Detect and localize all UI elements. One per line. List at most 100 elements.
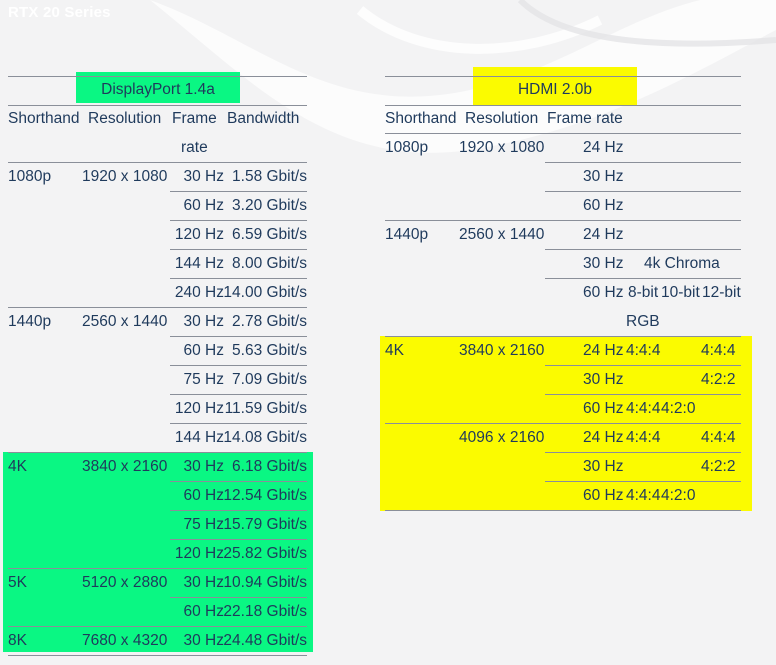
- table-rule: [545, 278, 741, 279]
- hdmi-chroma-header: 4k Chroma: [644, 255, 720, 272]
- dp-cell-frame-rate: 30 Hz: [183, 574, 225, 591]
- hdmi-chroma-10bit: 10-bit: [661, 284, 700, 301]
- hdmi-cell-frame-rate: 30 Hz: [583, 255, 624, 272]
- table-rule: [385, 105, 741, 106]
- table-rule: [545, 249, 741, 250]
- table-rule: [545, 191, 741, 192]
- table-rule: [545, 162, 741, 163]
- dp-cell-shorthand: 1440p: [8, 313, 52, 330]
- table-rule: [170, 394, 307, 395]
- dp-cell-shorthand: 4K: [8, 458, 27, 475]
- table-rule: [8, 568, 307, 569]
- hdmi-cell-resolution: 2560 x 1440: [459, 226, 545, 243]
- dp-cell-bandwidth: 22.18 Gbit/s: [223, 603, 307, 620]
- dp-cell-bandwidth: 6.59 Gbit/s: [232, 226, 307, 243]
- hdmi-chroma-8bit: 8-bit: [628, 284, 659, 301]
- hdmi-cell-shorthand: 1440p: [385, 226, 429, 243]
- dp-header-shorthand: Shorthand: [8, 110, 80, 127]
- hdmi-cell-frame-rate: 60 Hz: [583, 487, 624, 504]
- dp-header-frame-rate-2: rate: [181, 139, 208, 156]
- table-rule: [8, 76, 307, 77]
- table-rule: [170, 278, 307, 279]
- hdmi-cell-frame-rate: 60 Hz: [583, 400, 624, 417]
- dp-cell-resolution: 3840 x 2160: [82, 458, 168, 475]
- dp-cell-frame-rate: 30 Hz: [183, 632, 225, 649]
- table-rule: [170, 249, 307, 250]
- dp-cell-bandwidth: 5.63 Gbit/s: [232, 342, 307, 359]
- dp-header-resolution: Resolution: [88, 110, 162, 127]
- dp-cell-frame-rate: 120 Hz: [174, 545, 224, 562]
- table-rule: [8, 162, 307, 163]
- hdmi-cell-frame-rate: 30 Hz: [583, 371, 624, 388]
- hdmi-chroma-12bit: 12-bit: [702, 284, 741, 301]
- dp-cell-frame-rate: 60 Hz: [183, 342, 225, 359]
- hdmi-cell-8bit: 4:4:4: [626, 429, 661, 446]
- table-rule: [8, 452, 307, 453]
- table-rule: [170, 510, 307, 511]
- dp-cell-resolution: 1920 x 1080: [82, 168, 168, 185]
- dp-cell-frame-rate: 30 Hz: [183, 313, 225, 330]
- table-rule: [8, 626, 307, 627]
- dp-cell-frame-rate: 60 Hz: [183, 603, 225, 620]
- dp-cell-bandwidth: 14.00 Gbit/s: [223, 284, 307, 301]
- dp-title: DisplayPort 1.4a: [101, 81, 215, 98]
- dp-cell-bandwidth: 10.94 Gbit/s: [223, 574, 307, 591]
- table-rule: [170, 365, 307, 366]
- hdmi-cell-frame-rate: 60 Hz: [583, 284, 624, 301]
- dp-cell-frame-rate: 60 Hz: [183, 197, 225, 214]
- dp-cell-frame-rate: 30 Hz: [183, 168, 225, 185]
- hdmi-cell-frame-rate: 60 Hz: [583, 197, 624, 214]
- hdmi-cell-frame-rate: 30 Hz: [583, 168, 624, 185]
- table-rule: [8, 655, 307, 656]
- table-rule: [385, 510, 741, 511]
- table-rule: [170, 220, 307, 221]
- hdmi-cell-shorthand: 4K: [385, 342, 404, 359]
- hdmi-cell-frame-rate: 24 Hz: [583, 139, 624, 156]
- hdmi-header-frame-rate: Frame rate: [547, 110, 623, 127]
- dp-cell-bandwidth: 8.00 Gbit/s: [232, 255, 307, 272]
- table-rule: [385, 220, 741, 221]
- hdmi-cell-resolution: 4096 x 2160: [459, 429, 545, 446]
- page-title: RTX 20 Series: [8, 4, 111, 21]
- dp-cell-bandwidth: 11.59 Gbit/s: [224, 400, 307, 417]
- hdmi-cell-8bit: 4:4:4: [626, 342, 661, 359]
- hdmi-cell-frame-rate: 24 Hz: [583, 226, 624, 243]
- table-rule: [8, 105, 307, 106]
- dp-cell-bandwidth: 6.18 Gbit/s: [232, 458, 307, 475]
- table-rule: [385, 336, 741, 337]
- hdmi-cell-12bit: 4:2:2: [701, 458, 736, 475]
- table-rule: [170, 191, 307, 192]
- table-rule: [170, 481, 307, 482]
- dp-cell-frame-rate: 120 Hz: [174, 400, 224, 417]
- dp-cell-bandwidth: 3.20 Gbit/s: [232, 197, 307, 214]
- table-rule: [8, 307, 307, 308]
- dp-cell-frame-rate: 120 Hz: [174, 226, 224, 243]
- dp-cell-frame-rate: 75 Hz: [183, 371, 225, 388]
- hdmi-cell-10bit: 4:2:0: [661, 487, 696, 504]
- table-rule: [385, 133, 741, 134]
- hdmi-cell-frame-rate: 24 Hz: [583, 429, 624, 446]
- dp-header-bandwidth: Bandwidth: [227, 110, 300, 127]
- table-rule: [545, 365, 741, 366]
- hdmi-cell-resolution: 3840 x 2160: [459, 342, 545, 359]
- dp-cell-shorthand: 5K: [8, 574, 27, 591]
- hdmi-cell-shorthand: 1080p: [385, 139, 429, 156]
- dp-cell-frame-rate: 75 Hz: [183, 516, 225, 533]
- hdmi-cell-12bit: 4:4:4: [701, 429, 736, 446]
- table-rule: [170, 423, 307, 424]
- dp-cell-resolution: 5120 x 2880: [82, 574, 168, 591]
- dp-cell-frame-rate: 144 Hz: [174, 255, 224, 272]
- hdmi-cell-10bit: 4:2:0: [661, 400, 696, 417]
- hdmi-cell-12bit: 4:2:2: [701, 371, 736, 388]
- hdmi-cell-frame-rate: 24 Hz: [583, 342, 624, 359]
- table-rule: [545, 394, 741, 395]
- dp-cell-bandwidth: 15.79 Gbit/s: [223, 516, 307, 533]
- table-rule: [385, 423, 741, 424]
- hdmi-cell-8bit: 4:4:4: [626, 400, 661, 417]
- dp-cell-bandwidth: 7.09 Gbit/s: [232, 371, 307, 388]
- hdmi-header-resolution: Resolution: [465, 110, 539, 127]
- dp-cell-shorthand: 1080p: [8, 168, 52, 185]
- dp-header-frame-rate: Frame: [172, 110, 217, 127]
- hdmi-cell-8bit: 4:4:4: [626, 487, 661, 504]
- hdmi-cell-frame-rate: 30 Hz: [583, 458, 624, 475]
